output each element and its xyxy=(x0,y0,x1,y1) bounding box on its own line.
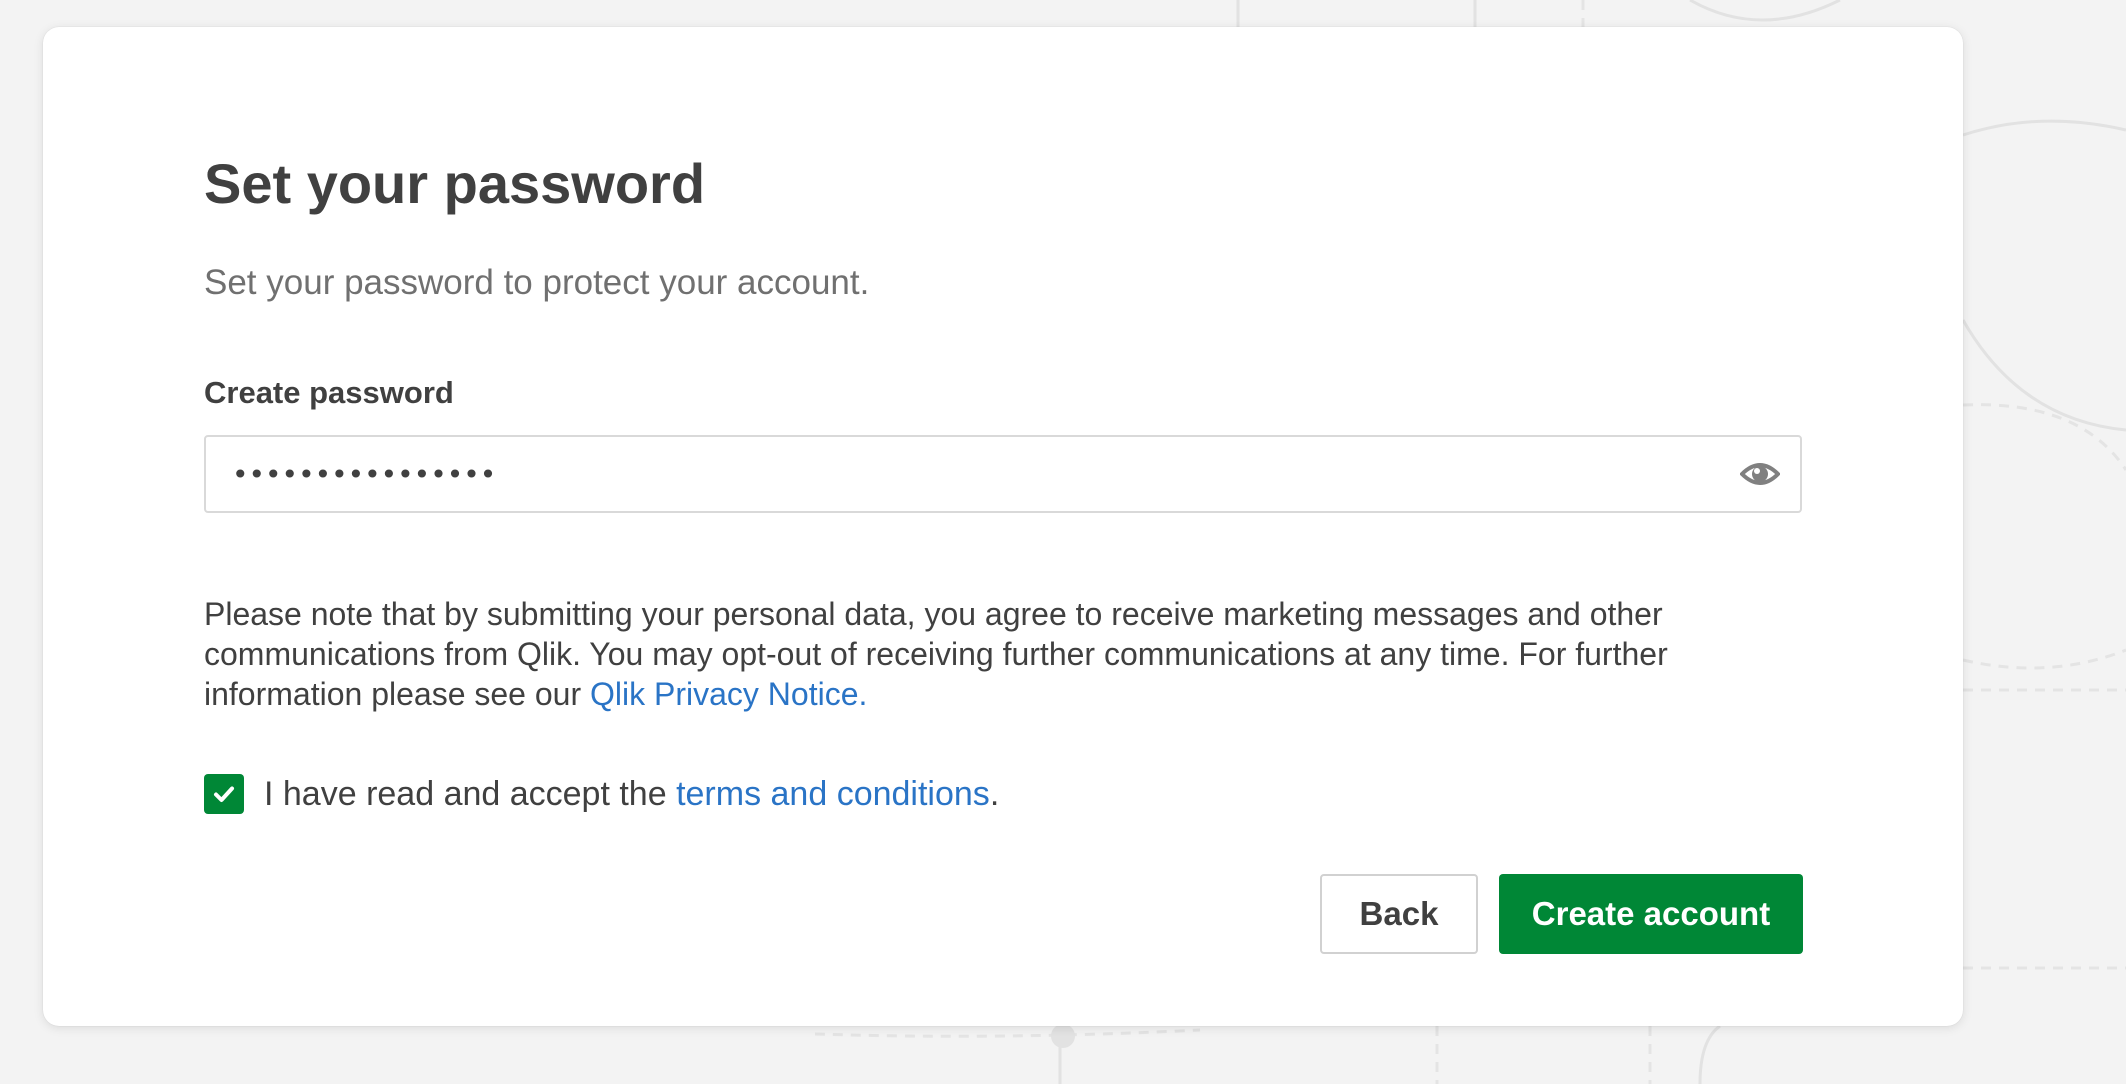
page-subtitle: Set your password to protect your accoun… xyxy=(204,263,870,302)
back-button[interactable]: Back xyxy=(1320,874,1478,954)
create-account-button[interactable]: Create account xyxy=(1499,874,1803,954)
page-title: Set your password xyxy=(204,152,706,215)
terms-text: I have read and accept the terms and con… xyxy=(264,773,999,815)
terms-suffix: . xyxy=(989,775,1000,813)
checkmark-icon xyxy=(214,786,234,802)
terms-prefix: I have read and accept the xyxy=(264,775,677,813)
eye-icon[interactable] xyxy=(1739,456,1781,492)
notice-text: Please note that by submitting your pers… xyxy=(204,596,1668,712)
signup-card: Set your password Set your password to p… xyxy=(43,27,1963,1026)
password-field[interactable] xyxy=(204,435,1802,513)
password-label: Create password xyxy=(204,375,454,410)
marketing-notice: Please note that by submitting your pers… xyxy=(204,594,1804,714)
privacy-notice-link[interactable]: Qlik Privacy Notice. xyxy=(590,676,867,712)
terms-checkbox[interactable] xyxy=(204,774,244,814)
terms-link[interactable]: terms and conditions xyxy=(676,775,990,813)
password-input[interactable] xyxy=(232,437,1712,511)
